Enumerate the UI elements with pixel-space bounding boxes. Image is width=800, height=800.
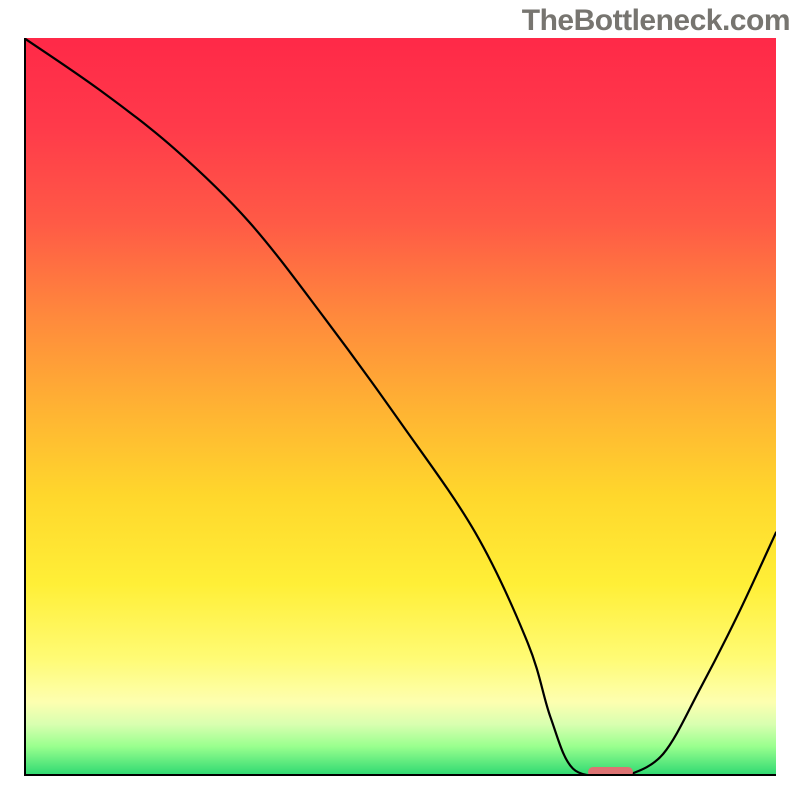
watermark-text: TheBottleneck.com bbox=[522, 4, 790, 38]
curve-svg bbox=[24, 38, 776, 776]
plot-area bbox=[24, 38, 776, 776]
optimum-marker bbox=[588, 767, 633, 776]
bottleneck-curve bbox=[24, 38, 776, 776]
chart-container: TheBottleneck.com bbox=[0, 0, 800, 800]
